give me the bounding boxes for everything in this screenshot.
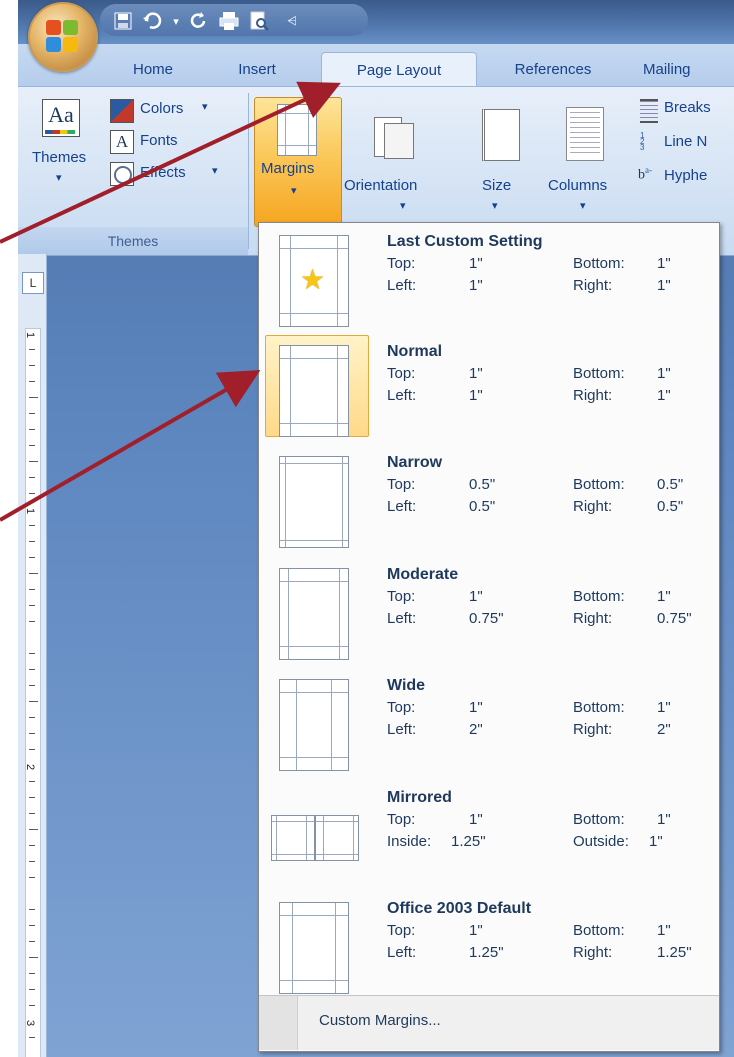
orientation-dropdown-icon: ▾ [400,200,406,212]
tab-page-layout[interactable]: Page Layout [321,52,477,87]
star-icon: ★ [300,264,326,295]
margins-dropdown-icon: ▾ [291,185,297,197]
word-window: ▾ ⩤ Home Insert Page Layout References M… [18,0,734,1057]
size-button[interactable]: Size ▾ [474,97,534,225]
office-logo-icon [46,20,80,54]
effects-button[interactable]: Effects ▾ [110,161,240,187]
margin-option-narrow[interactable]: Narrow Top: 0.5" Bottom: 0.5" Left: 0.5" Righ… [259,446,719,554]
columns-icon [566,107,604,161]
size-icon [482,109,520,161]
group-divider [248,93,249,249]
ruler-number: 1 [24,331,37,339]
undo-icon[interactable] [140,9,166,33]
option-title: Normal [387,343,443,360]
page-preview-icon: ★ [279,235,349,327]
line-numbers-icon: 123 [640,131,645,152]
print-icon[interactable] [216,9,242,33]
line-numbers-label: Line N [664,133,708,150]
option-title: Mirrored [387,789,452,806]
page-preview-icon [279,902,349,994]
fonts-icon: A [110,130,134,154]
save-icon[interactable] [110,9,136,33]
ruler-number: 3 [24,1019,37,1027]
margins-icon [277,104,317,156]
columns-dropdown-icon: ▾ [580,200,586,212]
custom-margins-button[interactable]: Custom Margins... [259,996,719,1050]
margin-option-last-custom[interactable]: ★ Last Custom Setting Top: 1" Bottom: 1" Le… [259,225,719,333]
page-preview-icon [279,679,349,771]
tab-selector-icon[interactable]: L [22,272,44,294]
margin-option-moderate[interactable]: Moderate Top: 1" Bottom: 1" Left: 0.75" Right… [259,558,719,666]
office-button[interactable] [28,2,98,72]
breaks-label: Breaks [664,99,711,116]
breaks-icon [640,99,658,123]
margin-option-mirrored[interactable]: Mirrored Top: 1" Bottom: 1" Inside: 1.25" Out… [259,781,719,889]
themes-button[interactable]: Aa Themes ▾ [26,95,102,219]
mirrored-page-preview-icon [271,815,359,861]
ribbon-tabs: Home Insert Page Layout References Maili… [18,44,734,87]
tab-mailings[interactable]: Mailing [643,54,734,84]
colors-label: Colors [140,100,184,117]
page-preview-icon [279,456,349,548]
size-dropdown-icon: ▾ [492,200,498,212]
quick-access-buttons: ▾ ⩤ [110,6,298,36]
option-title: Narrow [387,454,443,471]
size-label: Size [482,177,512,194]
option-title: Last Custom Setting [387,233,543,250]
orientation-label: Orientation [344,177,418,194]
hyphenation-label: Hyphe [664,167,708,184]
redo-icon[interactable] [186,9,212,33]
undo-dropdown-icon[interactable]: ▾ [170,9,182,33]
margin-option-normal[interactable]: Normal Top: 1" Bottom: 1" Left: 1" Right: 1" [259,335,719,443]
hyphenation-button[interactable]: ba- Hyphe [636,163,734,191]
margins-dropdown-menu: ★ Last Custom Setting Top: 1" Bottom: 1" Le… [258,222,720,1052]
tab-references[interactable]: References [498,54,608,84]
tab-insert[interactable]: Insert [222,54,292,84]
fonts-button[interactable]: A Fonts [110,129,240,155]
themes-icon: Aa [42,99,80,137]
themes-group-caption: Themes [18,227,248,255]
option-title: Office 2003 Default [387,900,532,917]
tab-home[interactable]: Home [118,54,188,84]
themes-label: Themes [32,149,87,166]
colors-icon [110,99,134,123]
orientation-button[interactable]: Orientation ▾ [344,97,464,225]
orientation-icon [374,111,416,159]
fonts-label: Fonts [140,132,178,149]
ruler-number: 1 [24,507,37,515]
margins-button[interactable]: Margins ▾ [254,97,342,227]
effects-icon [110,162,134,186]
themes-dropdown-icon: ▾ [56,172,62,184]
ruler-number: 2 [24,763,37,771]
hyphenation-icon: ba- [638,165,652,183]
menu-icon-gutter [259,996,298,1050]
effects-label: Effects [140,164,186,181]
custom-margins-label: Custom Margins... [319,1012,441,1029]
page-preview-icon [279,568,349,660]
margins-label: Margins [261,160,315,177]
colors-dropdown-icon: ▾ [202,101,208,113]
option-title: Wide [387,677,426,694]
ruler-scale: 1 1 2 3 [24,328,41,1057]
line-numbers-button[interactable]: 123 Line N [636,129,734,157]
page-preview-icon [279,345,349,437]
margin-option-wide[interactable]: Wide Top: 1" Bottom: 1" Left: 2" Right: 2" [259,669,719,777]
customize-toolbar-icon[interactable]: ⩤ [286,9,298,33]
vertical-ruler: L 1 1 2 3 [18,254,47,1057]
print-preview-icon[interactable] [246,9,272,33]
columns-button[interactable]: Columns ▾ [544,97,628,225]
breaks-button[interactable]: Breaks [636,95,734,123]
effects-dropdown-icon: ▾ [212,165,218,177]
option-title: Moderate [387,566,459,583]
margin-option-office-2003-default[interactable]: Office 2003 Default Top: 1" Bottom: 1" Left… [259,892,719,1000]
columns-label: Columns [548,177,608,194]
colors-button[interactable]: Colors ▾ [110,97,240,123]
title-bar: ▾ ⩤ [18,0,734,44]
